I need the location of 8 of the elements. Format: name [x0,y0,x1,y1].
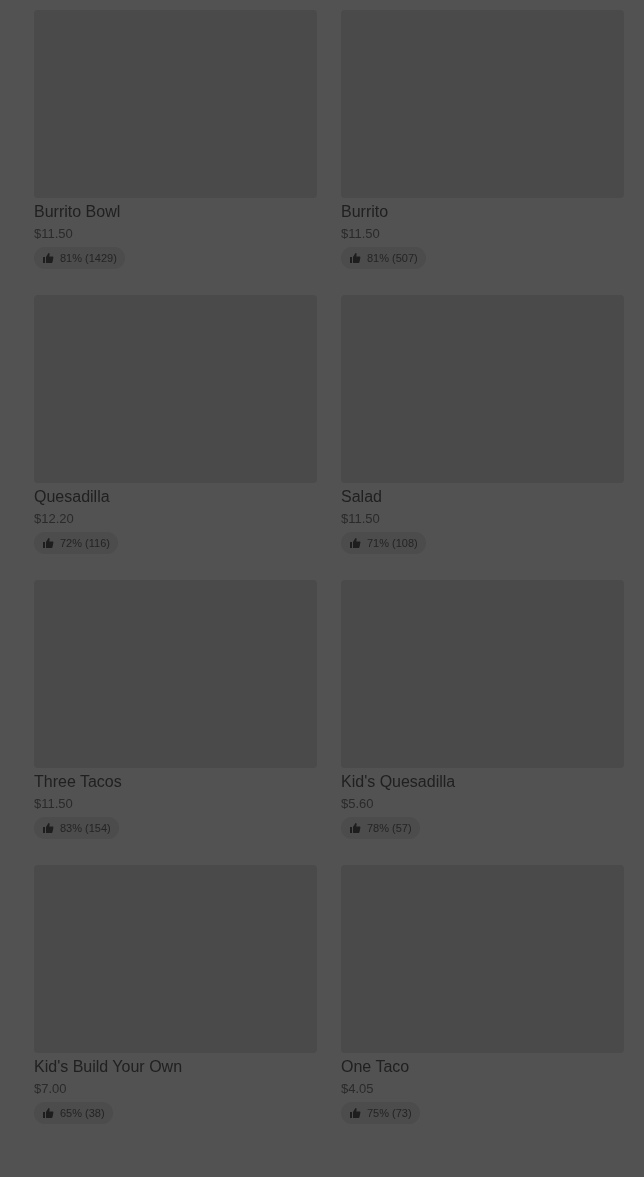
thumbs-up-icon [349,537,361,549]
thumbs-up-icon [42,252,54,264]
thumbs-up-icon [42,822,54,834]
thumbs-up-icon [349,1107,361,1119]
thumbs-up-icon [349,822,361,834]
thumbs-up-icon [349,252,361,264]
thumbs-up-icon [42,1107,54,1119]
thumbs-up-icon [42,537,54,549]
